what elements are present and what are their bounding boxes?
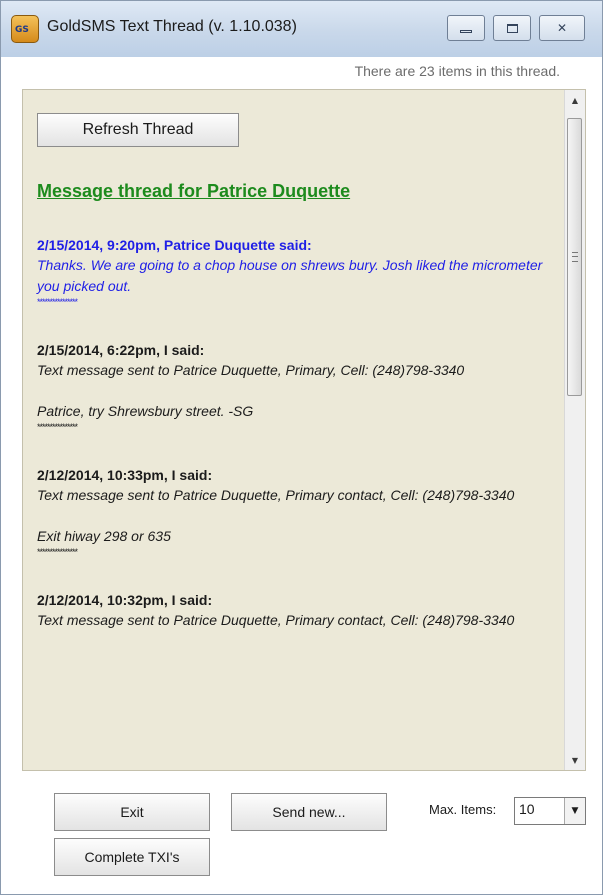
message-body: Patrice, try Shrewsbury street. -SG	[37, 403, 254, 419]
message-item: 2/15/2014, 9:20pm, Patrice Duquette said…	[37, 236, 552, 307]
message-header: 2/15/2014, 6:22pm, I said:	[37, 342, 205, 358]
message-separator: ****************	[37, 297, 78, 307]
scroll-up-arrow-icon[interactable]: ▲	[565, 90, 585, 110]
max-items-label: Max. Items:	[429, 802, 497, 817]
minimize-button[interactable]	[447, 15, 485, 41]
refresh-thread-button[interactable]: Refresh Thread	[37, 113, 239, 147]
scroll-down-arrow-icon[interactable]: ▼	[565, 750, 585, 770]
message-item: 2/15/2014, 6:22pm, I said: Text message …	[37, 341, 552, 432]
exit-button[interactable]: Exit	[54, 793, 210, 831]
message-body: Exit hiway 298 or 635	[37, 528, 171, 544]
message-text: Text message sent to Patrice Duquette, P…	[37, 487, 515, 503]
window-title: GoldSMS Text Thread (v. 1.10.038)	[47, 18, 297, 35]
message-text: Thanks. We are going to a chop house on …	[37, 257, 543, 294]
message-text: Text message sent to Patrice Duquette, P…	[37, 362, 465, 378]
thread-panel: Refresh Thread Message thread for Patric…	[22, 89, 586, 771]
max-items-value: 10	[519, 801, 535, 817]
close-button[interactable]: ✕	[539, 15, 585, 41]
vertical-scrollbar[interactable]: ▲ ▼	[564, 90, 585, 770]
title-bar[interactable]: GS GoldSMS Text Thread (v. 1.10.038) ✕	[1, 1, 602, 57]
message-text: Text message sent to Patrice Duquette, P…	[37, 612, 515, 628]
minimize-icon	[460, 29, 472, 33]
dropdown-arrow-icon[interactable]: ▼	[564, 798, 585, 824]
message-header: 2/15/2014, 9:20pm, Patrice Duquette said…	[37, 237, 312, 253]
grip-icon	[572, 252, 578, 262]
maximize-button[interactable]	[493, 15, 531, 41]
message-separator: ****************	[37, 422, 78, 432]
message-header: 2/12/2014, 10:32pm, I said:	[37, 592, 213, 608]
close-icon: ✕	[556, 21, 568, 35]
message-item: 2/12/2014, 10:32pm, I said: Text message…	[37, 591, 552, 631]
thread-content: Refresh Thread Message thread for Patric…	[23, 90, 564, 770]
app-icon: GS	[11, 15, 39, 43]
scroll-thumb[interactable]	[567, 118, 582, 396]
message-header: 2/12/2014, 10:33pm, I said:	[37, 467, 213, 483]
message-item: 2/12/2014, 10:33pm, I said: Text message…	[37, 466, 552, 557]
complete-txi-button[interactable]: Complete TXI's	[54, 838, 210, 876]
message-list: 2/15/2014, 9:20pm, Patrice Duquette said…	[37, 236, 552, 665]
send-new-button[interactable]: Send new...	[231, 793, 387, 831]
max-items-select[interactable]: 10 ▼	[514, 797, 586, 825]
maximize-icon	[506, 23, 518, 33]
item-count-text: There are 23 items in this thread.	[354, 63, 560, 79]
app-icon-letters: GS	[15, 25, 29, 35]
goldsms-window: GS GoldSMS Text Thread (v. 1.10.038) ✕ T…	[0, 0, 603, 895]
thread-heading: Message thread for Patrice Duquette	[37, 181, 351, 201]
message-separator: ****************	[37, 547, 78, 557]
